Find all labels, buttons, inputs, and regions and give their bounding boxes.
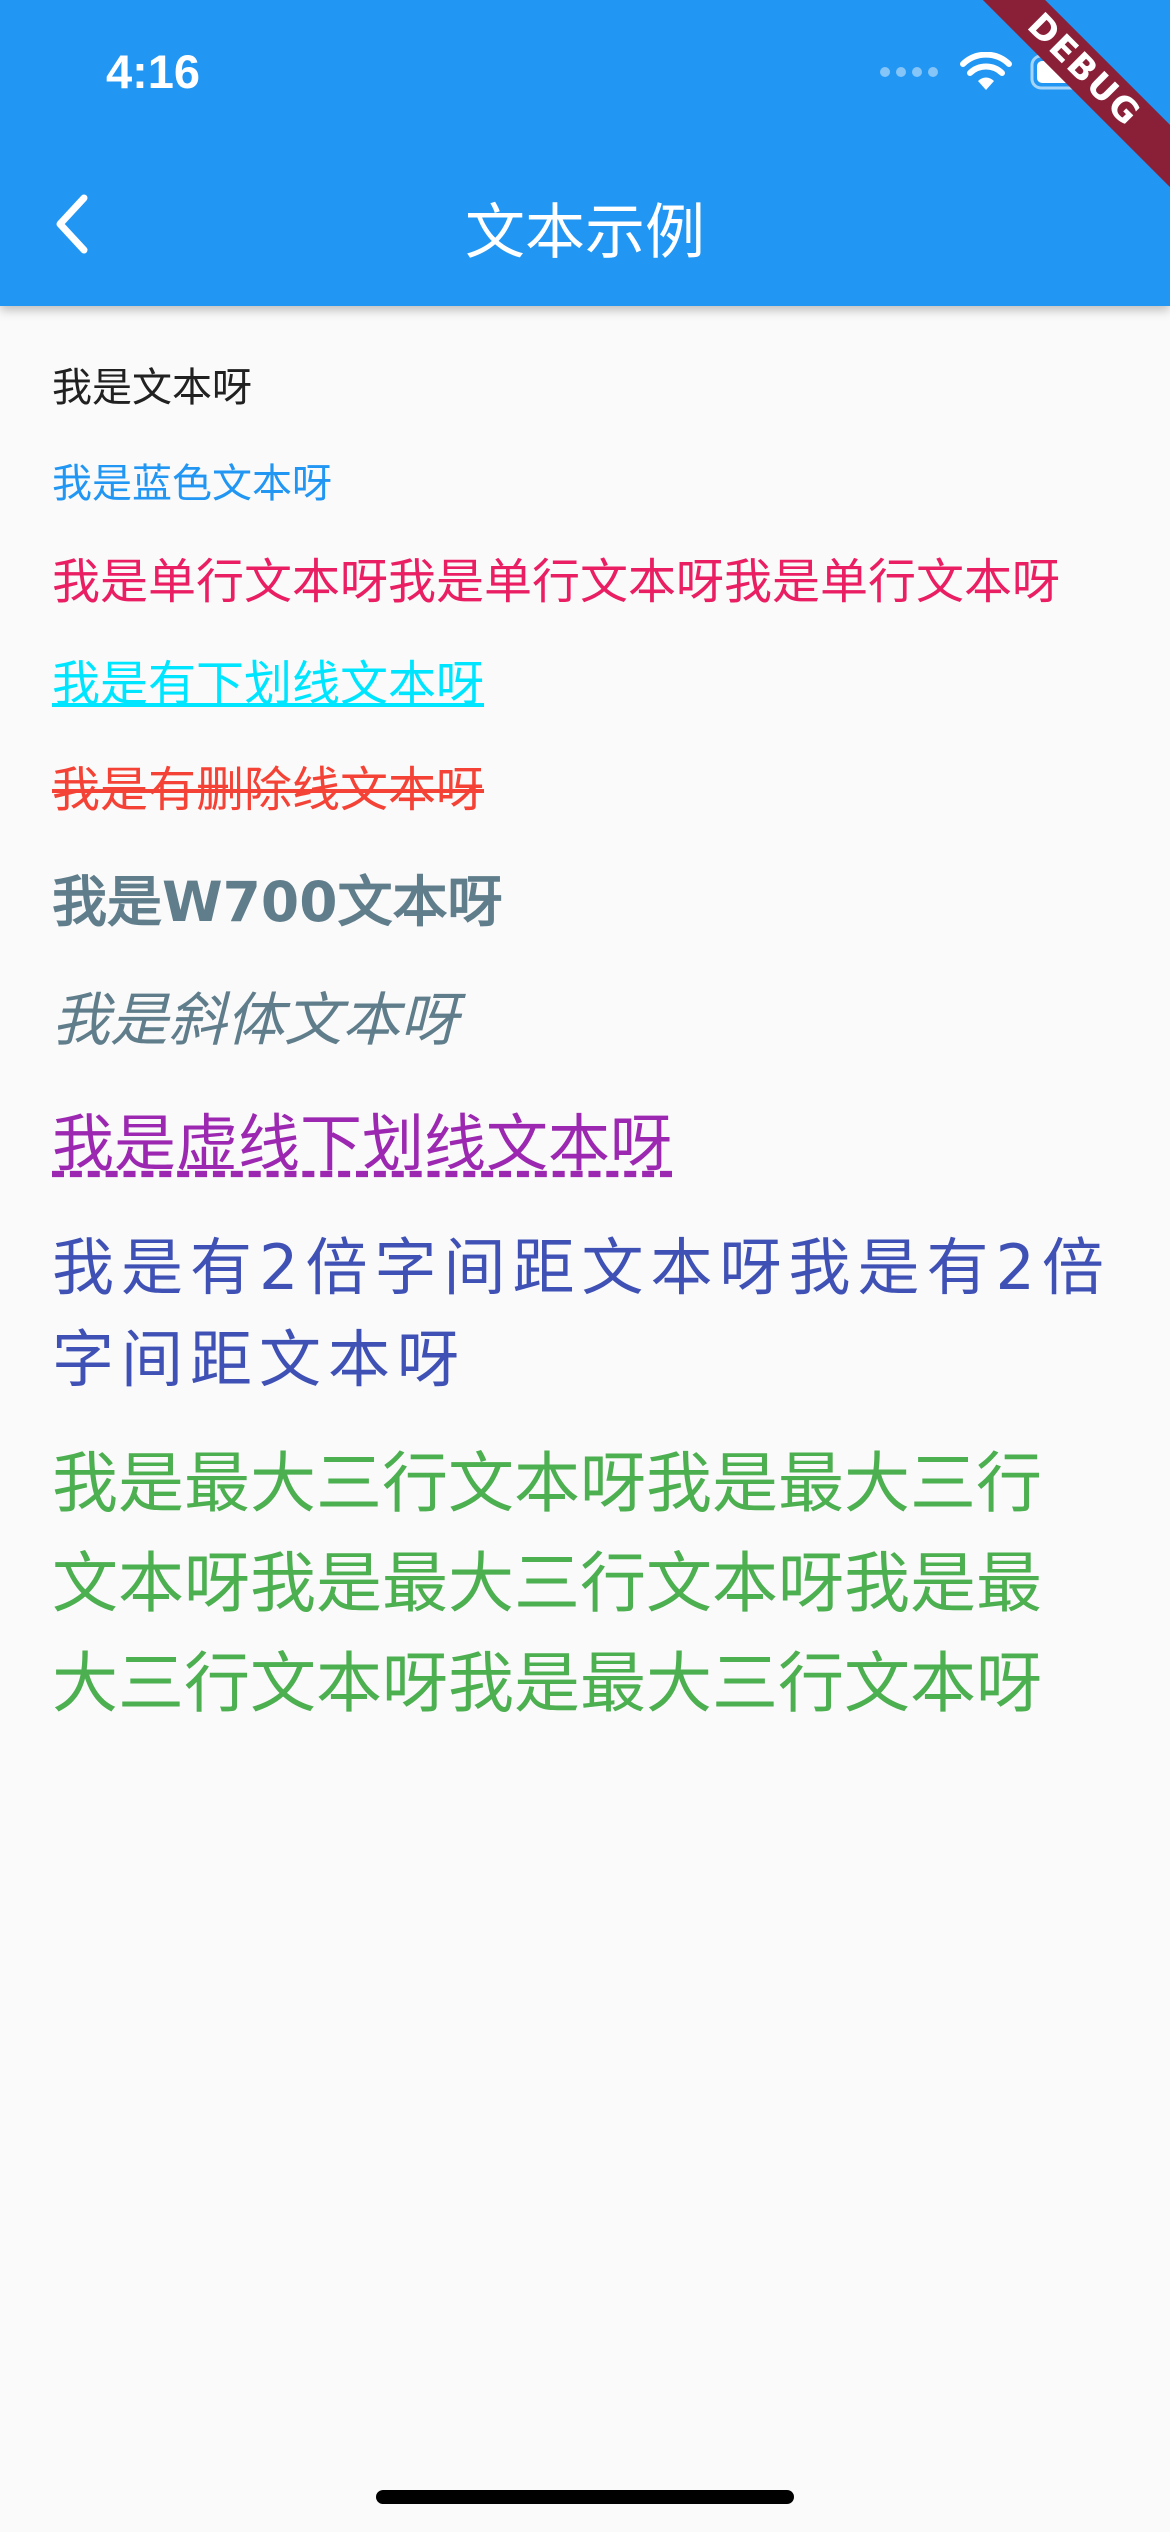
status-time: 4:16 <box>106 45 201 98</box>
debug-banner: DEBUG <box>970 0 1170 200</box>
letter-spacing-text: 我是有2倍字间距文本呀我是有2倍字间距文本呀 <box>52 1231 1111 1396</box>
cellular-signal-icon <box>880 67 938 77</box>
plain-text: 我是文本呀 <box>52 365 252 411</box>
home-indicator[interactable] <box>376 2490 794 2504</box>
underline-text: 我是有下划线文本呀 <box>52 656 485 712</box>
bold-w700-text: 我是W700文本呀 <box>52 870 503 934</box>
dashed-underline-text: 我是虚线下划线文本呀 <box>52 1107 673 1180</box>
text-examples-list: 我是文本呀 我是蓝色文本呀 我是单行文本呀我是单行文本呀我是单行文本呀 我是有下… <box>52 340 1118 1734</box>
strikethrough-text: 我是有删除线文本呀 <box>52 762 485 818</box>
italic-text: 我是斜体文本呀 <box>52 986 459 1054</box>
max-three-lines-text: 我是最大三行文本呀我是最大三行文本呀我是最大三行文本呀我是最大三行文本呀我是最大… <box>52 1445 1042 1722</box>
blue-text: 我是蓝色文本呀 <box>52 461 332 507</box>
debug-banner-label: DEBUG <box>970 0 1170 199</box>
single-line-text: 我是单行文本呀我是单行文本呀我是单行文本呀 <box>52 554 1061 610</box>
